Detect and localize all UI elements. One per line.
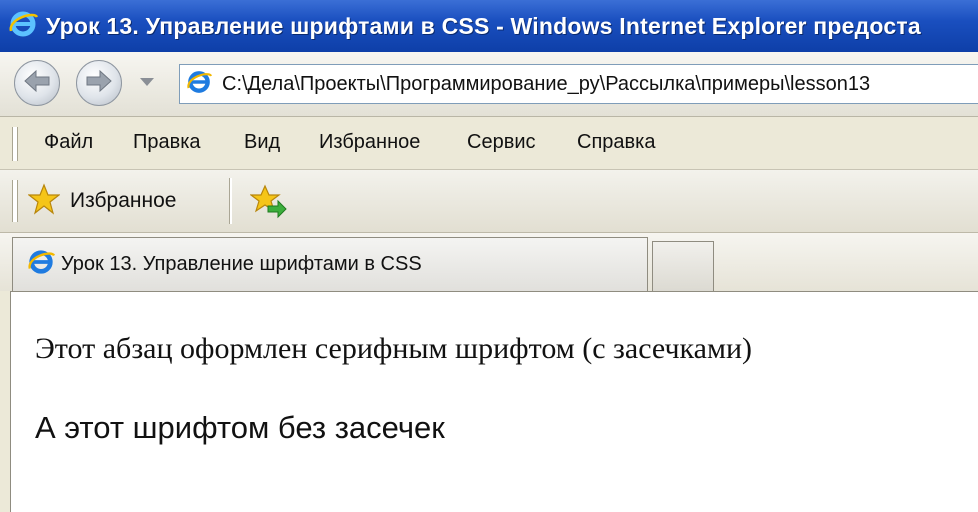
add-to-favorites-button[interactable] [249,184,288,220]
toolbar-separator [229,178,232,224]
menu-help[interactable]: Справка [577,131,655,154]
address-input[interactable] [222,72,978,96]
favorites-label: Избранное [70,189,177,212]
title-bar[interactable]: Урок 13. Управление шрифтами в CSS - Win… [0,0,978,52]
toolbar-grip[interactable] [12,127,18,161]
menu-tools[interactable]: Сервис [467,131,536,154]
sans-serif-paragraph: А этот шрифтом без засечек [35,410,445,445]
star-icon [27,182,61,220]
address-bar[interactable] [179,64,978,104]
forward-button[interactable] [76,60,122,106]
new-tab-button[interactable] [652,241,714,291]
serif-paragraph: Этот абзац оформлен серифным шрифтом (с … [35,332,753,365]
tab-row: Урок 13. Управление шрифтами в CSS [0,233,978,291]
ie-logo-icon [27,248,56,281]
menu-view[interactable]: Вид [244,131,280,154]
menu-file[interactable]: Файл [44,131,93,154]
menu-edit[interactable]: Правка [133,131,201,154]
navigation-bar [0,52,978,117]
back-button[interactable] [14,60,60,106]
window-title: Урок 13. Управление шрифтами в CSS - Win… [46,12,921,39]
arrow-left-icon [23,69,51,98]
favorites-button[interactable]: Избранное [27,182,218,220]
toolbar-grip[interactable] [12,180,18,222]
tab-label: Урок 13. Управление шрифтами в CSS [61,253,422,275]
menu-favorites[interactable]: Избранное [319,131,420,154]
star-add-icon [249,184,288,224]
menu-bar: Файл Правка Вид Избранное Сервис Справка [0,117,978,170]
arrow-right-icon [85,69,113,98]
favorites-bar: Избранное [0,170,978,233]
ie-logo-icon [8,9,39,44]
history-dropdown-icon[interactable] [140,78,154,86]
tab-lesson13[interactable]: Урок 13. Управление шрифтами в CSS [12,237,648,291]
page-content: Этот абзац оформлен серифным шрифтом (с … [10,291,978,512]
ie-logo-icon [186,69,213,100]
